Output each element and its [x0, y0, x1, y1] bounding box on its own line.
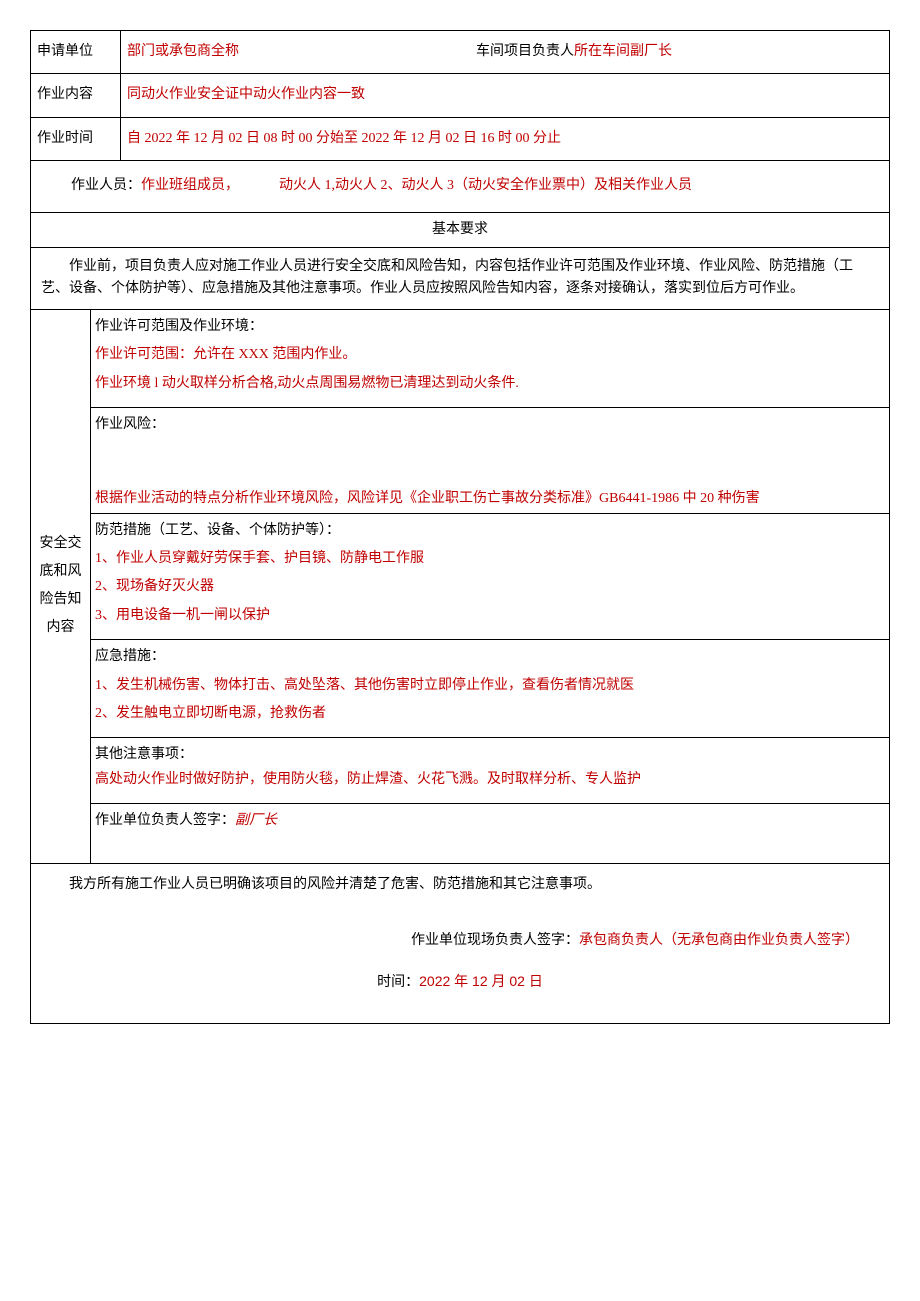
other-line1: 高处动火作业时做好防护，使用防火毯，防止焊渣、火花飞溅。及时取样分析、专人监护: [95, 769, 885, 791]
prevent-title: 防范措施（工艺、设备、个体防护等）：: [95, 520, 885, 542]
side-l3: 险告知: [40, 586, 82, 614]
confirm-time-line: 时间：2022 年 12 月 02 日: [41, 970, 879, 994]
sign1-block: 作业单位负责人签字：副厂长: [91, 804, 889, 862]
personnel-part2: 动火人 1,动火人 2、动火人 3（动火安全作业票中）及相关作业人员: [279, 178, 692, 193]
confirm-sign-label: 作业单位现场负责人签字：: [411, 933, 579, 948]
confirm-para: 我方所有施工作业人员已明确该项目的风险并清楚了危害、防范措施和其它注意事项。: [41, 874, 879, 896]
safety-side-label: 安全交 底和风 险告知 内容: [31, 310, 91, 863]
personnel-cell: 作业人员：作业班组成员， 动火人 1,动火人 2、动火人 3（动火安全作业票中）及…: [31, 161, 889, 211]
confirm-time-label: 时间：: [377, 975, 419, 990]
scope-line2: 作业环境 l 动火取样分析合格,动火点周围易燃物已清理达到动火条件.: [95, 373, 885, 395]
safety-content: 作业许可范围及作业环境： 作业许可范围：允许在 XXX 范围内作业。 作业环境 …: [91, 310, 889, 863]
prevent-2: 2、现场备好灭火器: [95, 576, 885, 598]
apply-unit-value: 部门或承包商全称: [127, 44, 239, 59]
prevent-1: 1、作业人员穿戴好劳保手套、护目镜、防静电工作服: [95, 548, 885, 570]
requirement-text: 作业前，项目负责人应对施工作业人员进行安全交底和风险告知，内容包括作业许可范围及…: [31, 248, 889, 309]
confirm-sign-line: 作业单位现场负责人签字：承包商负责人（无承包商由作业负责人签字）: [41, 930, 879, 952]
emergency-2: 2、发生触电立即切断电源，抢救伤者: [95, 703, 885, 725]
scope-block: 作业许可范围及作业环境： 作业许可范围：允许在 XXX 范围内作业。 作业环境 …: [91, 310, 889, 408]
side-l1: 安全交: [40, 530, 82, 558]
risk-block: 作业风险： 根据作业活动的特点分析作业环境风险，风险详见《企业职工伤亡事故分类标…: [91, 408, 889, 514]
row-work-content: 作业内容 同动火作业安全证中动火作业内容一致: [31, 74, 889, 117]
emergency-title: 应急措施：: [95, 646, 885, 668]
project-leader-value: 所在车间副厂长: [574, 44, 672, 59]
row-personnel: 作业人员：作业班组成员， 动火人 1,动火人 2、动火人 3（动火安全作业票中）及…: [31, 161, 889, 212]
apply-unit-cell: 部门或承包商全称 车间项目负责人所在车间副厂长: [121, 31, 889, 73]
side-l4: 内容: [47, 614, 75, 642]
row-section-header: 基本要求: [31, 213, 889, 248]
row-work-time: 作业时间 自 2022 年 12 月 02 日 08 时 00 分始至 2022…: [31, 118, 889, 161]
row-requirement: 作业前，项目负责人应对施工作业人员进行安全交底和风险告知，内容包括作业许可范围及…: [31, 248, 889, 310]
work-time-value: 自 2022 年 12 月 02 日 08 时 00 分始至 2022 年 12…: [121, 118, 889, 160]
scope-line1: 作业许可范围：允许在 XXX 范围内作业。: [95, 344, 885, 366]
other-title: 其他注意事项：: [95, 744, 885, 766]
row-apply-unit: 申请单位 部门或承包商全称 车间项目负责人所在车间副厂长: [31, 31, 889, 74]
work-content-label: 作业内容: [31, 74, 121, 116]
personnel-label: 作业人员：: [71, 178, 141, 193]
section-title: 基本要求: [31, 213, 889, 247]
work-content-value: 同动火作业安全证中动火作业内容一致: [121, 74, 889, 116]
safety-block: 安全交 底和风 险告知 内容 作业许可范围及作业环境： 作业许可范围：允许在 X…: [31, 310, 889, 864]
apply-unit-label: 申请单位: [31, 31, 121, 73]
confirm-time-value: 2022 年 12 月 02 日: [419, 973, 543, 989]
prevent-3: 3、用电设备一机一闸以保护: [95, 605, 885, 627]
emergency-block: 应急措施： 1、发生机械伤害、物体打击、高处坠落、其他伤害时立即停止作业，查看伤…: [91, 640, 889, 738]
prevent-block: 防范措施（工艺、设备、个体防护等）： 1、作业人员穿戴好劳保手套、护目镜、防静电…: [91, 514, 889, 641]
personnel-part1: 作业班组成员，: [141, 178, 239, 193]
confirm-sign-value: 承包商负责人（无承包商由作业负责人签字）: [579, 933, 859, 948]
risk-line1: 根据作业活动的特点分析作业环境风险，风险详见《企业职工伤亡事故分类标准》GB64…: [95, 488, 885, 510]
confirm-block: 我方所有施工作业人员已明确该项目的风险并清楚了危害、防范措施和其它注意事项。 作…: [31, 864, 889, 1023]
permit-form: 申请单位 部门或承包商全称 车间项目负责人所在车间副厂长 作业内容 同动火作业安…: [30, 30, 890, 1024]
sign1-value: 副厂长: [235, 813, 277, 828]
risk-title: 作业风险：: [95, 414, 885, 436]
other-block: 其他注意事项： 高处动火作业时做好防护，使用防火毯，防止焊渣、火花飞溅。及时取样…: [91, 738, 889, 804]
project-leader-label: 车间项目负责人: [476, 44, 574, 59]
scope-title: 作业许可范围及作业环境：: [95, 316, 885, 338]
emergency-1: 1、发生机械伤害、物体打击、高处坠落、其他伤害时立即停止作业，查看伤者情况就医: [95, 675, 885, 697]
side-l2: 底和风: [40, 558, 82, 586]
work-time-label: 作业时间: [31, 118, 121, 160]
sign1-label: 作业单位负责人签字：: [95, 813, 235, 828]
